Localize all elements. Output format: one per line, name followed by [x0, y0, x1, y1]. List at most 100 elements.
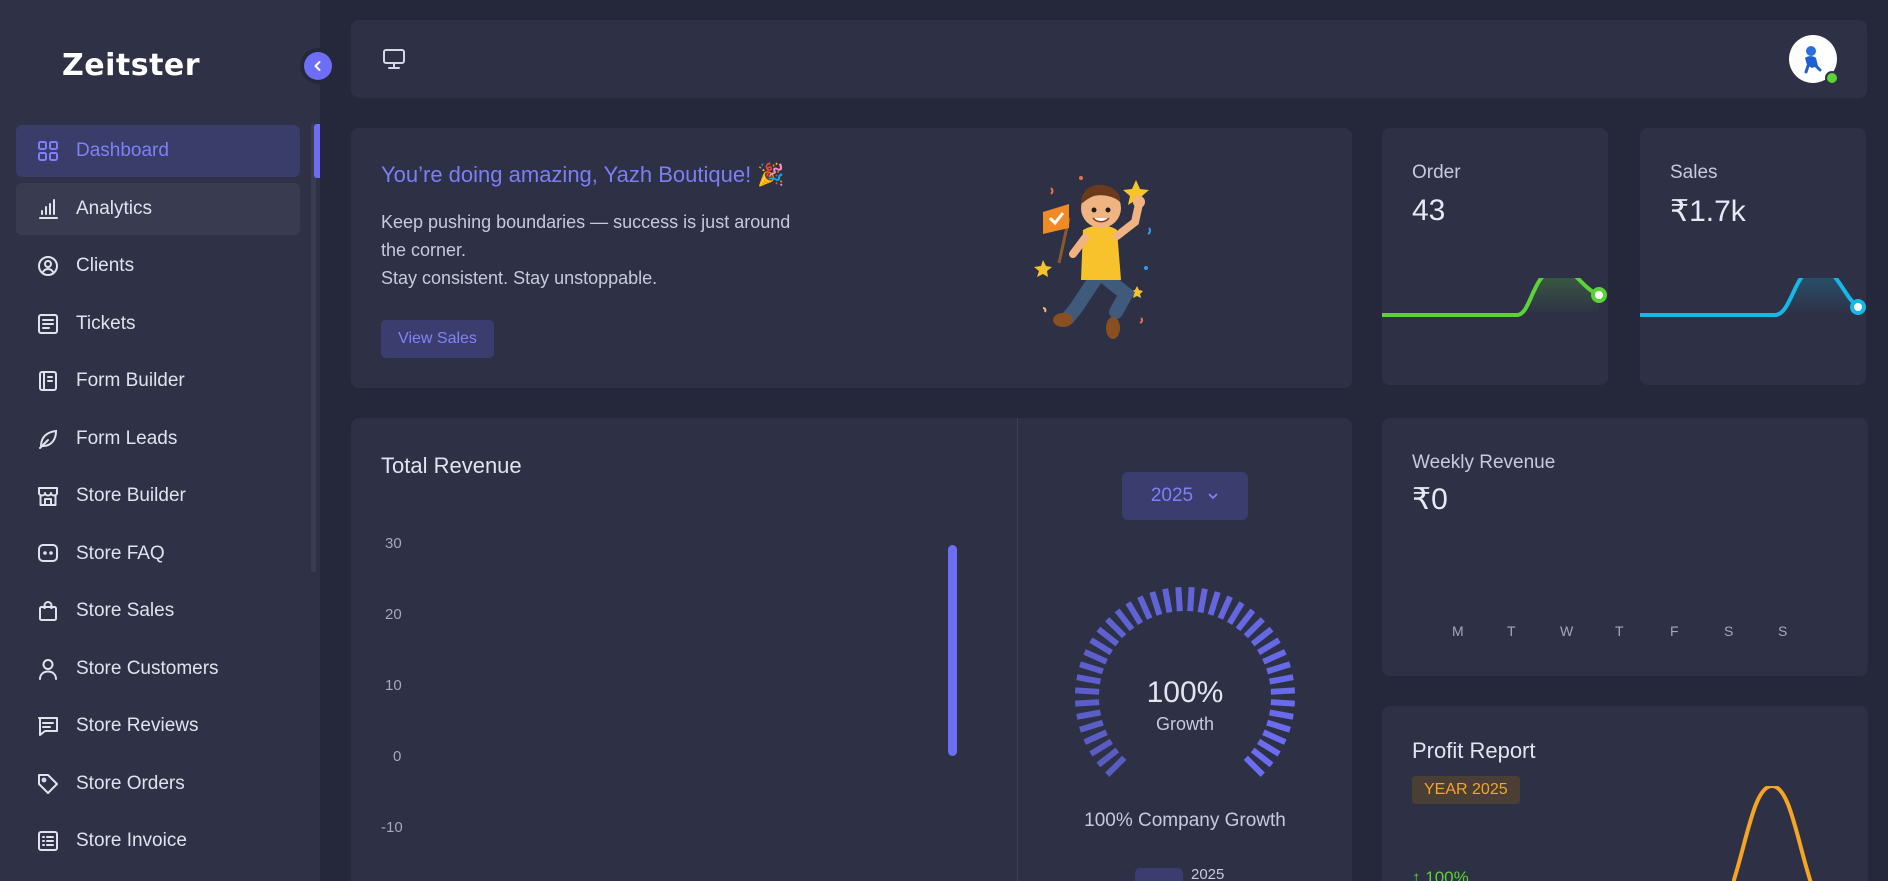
sidebar-item-store-reviews[interactable]: Store Reviews	[16, 700, 300, 752]
gauge-segment	[1257, 738, 1281, 757]
brand-logo[interactable]: Zeitster	[62, 48, 200, 83]
sidebar-item-store-customers[interactable]: Store Customers	[16, 643, 300, 695]
gauge-segment	[1243, 755, 1265, 777]
gauge-segment	[1096, 626, 1120, 647]
revenue-bar[interactable]	[948, 545, 957, 756]
gauge-segment	[1207, 591, 1221, 616]
gauge-segment	[1250, 626, 1274, 647]
year-badge: YEAR 2025	[1412, 776, 1520, 804]
notebook-icon	[36, 369, 60, 393]
sidebar-item-label: Form Builder	[76, 370, 185, 391]
active-indicator	[314, 124, 320, 178]
sidebar-item-label: Store FAQ	[76, 542, 165, 564]
y-axis-tick: 20	[385, 606, 402, 623]
chat-bubble-icon	[36, 542, 60, 566]
sidebar-item-label: Store Invoice	[76, 830, 187, 851]
gauge-segment	[1137, 595, 1153, 620]
sidebar-item-label: Store Builder	[76, 485, 186, 506]
gauge-segment	[1105, 617, 1127, 639]
chevron-left-icon	[314, 61, 321, 71]
sidebar-item-label: Store Customers	[76, 657, 219, 679]
weekly-revenue-label: Weekly Revenue	[1412, 452, 1556, 473]
arrow-up-icon: ↑	[1412, 868, 1421, 881]
order-label: Order	[1412, 162, 1461, 183]
year-select[interactable]: 2025	[1122, 472, 1248, 520]
legend-color-chip	[1135, 868, 1183, 881]
gauge-segment	[1226, 601, 1245, 625]
sidebar-item-form-leads[interactable]: Form Leads	[16, 413, 300, 465]
celebration-illustration	[1034, 176, 1152, 339]
gauge-segment	[1250, 747, 1274, 768]
gauge-label: Growth	[1155, 714, 1215, 734]
sidebar: Zeitster Dashboard Analytics Clients Tic…	[0, 0, 320, 881]
sales-sparkline	[1640, 278, 1866, 317]
company-growth-text: 100% Company Growth	[1084, 810, 1286, 831]
sidebar-item-label: Tickets	[76, 312, 136, 334]
sidebar-item-dashboard[interactable]: Dashboard	[16, 125, 300, 177]
sidebar-item-store-orders[interactable]: Store Orders	[16, 758, 300, 810]
tag-icon	[36, 772, 60, 796]
day-label: T	[1615, 623, 1624, 639]
leaf-icon	[36, 427, 60, 451]
sidebar-item-store-builder[interactable]: Store Builder	[16, 470, 300, 522]
gauge-segment	[1257, 637, 1281, 656]
order-sparkline	[1382, 278, 1607, 317]
sidebar-item-store-invoice[interactable]: Store Invoice	[16, 815, 300, 867]
sidebar-item-label: Form Leads	[76, 427, 178, 449]
user-circle-icon	[36, 254, 60, 278]
profit-report-card: Profit Report YEAR 2025 ↑ 100%	[1382, 706, 1868, 881]
welcome-card: You’re doing amazing, Yazh Boutique! 🎉 K…	[351, 128, 1352, 388]
sidebar-item-label: Clients	[76, 255, 135, 276]
gauge-segment	[1125, 601, 1144, 625]
y-axis-tick: 10	[385, 677, 402, 694]
sales-label: Sales	[1670, 162, 1718, 183]
gauge-segment	[1089, 637, 1113, 656]
legend-year: 2025	[1191, 866, 1225, 881]
sidebar-item-analytics[interactable]: Analytics	[16, 182, 300, 235]
total-revenue-card: Total Revenue 30 20 10 0 -10 2025 100% G…	[351, 418, 1352, 881]
y-axis-tick: -10	[381, 819, 403, 836]
chevron-down-icon	[1208, 493, 1218, 500]
day-label: F	[1670, 623, 1679, 639]
gauge-segment	[1243, 617, 1265, 639]
view-sales-button[interactable]: View Sales	[381, 320, 494, 358]
day-label: S	[1724, 623, 1734, 639]
gauge-segment	[1114, 608, 1135, 632]
gauge-segment	[1096, 747, 1120, 768]
y-axis-tick: 0	[393, 748, 402, 765]
gauge-segment	[1262, 649, 1287, 665]
sidebar-item-label: Store Sales	[76, 600, 175, 621]
sidebar-item-form-builder[interactable]: Form Builder	[16, 355, 300, 407]
welcome-title: You’re doing amazing, Yazh Boutique! 🎉	[381, 162, 785, 187]
sidebar-scrollbar[interactable]	[311, 124, 316, 572]
profit-report-title: Profit Report	[1412, 738, 1536, 763]
gauge-segment	[1187, 587, 1195, 612]
sidebar-item-label: Store Reviews	[76, 715, 199, 736]
sidebar-item-store-faq[interactable]: Store FAQ	[16, 528, 300, 580]
weekly-revenue-card: Weekly Revenue ₹0 M T W T F S S	[1382, 418, 1868, 676]
avatar-icon	[1804, 46, 1822, 74]
day-label: W	[1560, 623, 1574, 639]
collapse-sidebar-button[interactable]	[300, 48, 336, 84]
sidebar-item-label: Store Orders	[76, 772, 185, 794]
shopping-bag-icon	[36, 599, 60, 623]
day-label: S	[1778, 623, 1788, 639]
message-icon	[36, 714, 60, 738]
sidebar-item-store-sales[interactable]: Store Sales	[16, 585, 300, 637]
welcome-text-line-3: Stay consistent. Stay unstoppable.	[381, 268, 658, 288]
monitor-icon[interactable]	[382, 48, 406, 75]
gauge-segment	[1266, 661, 1291, 675]
avatar[interactable]	[1789, 35, 1839, 85]
welcome-text-line-1: Keep pushing boundaries — success is jus…	[381, 212, 791, 232]
profit-percent: ↑ 100%	[1412, 868, 1469, 881]
sidebar-item-clients[interactable]: Clients	[16, 240, 300, 292]
weekly-revenue-value: ₹0	[1412, 483, 1448, 516]
gauge-segment	[1162, 588, 1173, 613]
sidebar-item-tickets[interactable]: Tickets	[16, 298, 300, 350]
gauge-segment	[1083, 649, 1108, 665]
gauge-segment	[1235, 608, 1256, 632]
gauge-segment	[1197, 588, 1208, 613]
y-axis-tick: 30	[385, 535, 402, 552]
user-icon	[36, 657, 60, 681]
year-select-value: 2025	[1150, 485, 1194, 506]
